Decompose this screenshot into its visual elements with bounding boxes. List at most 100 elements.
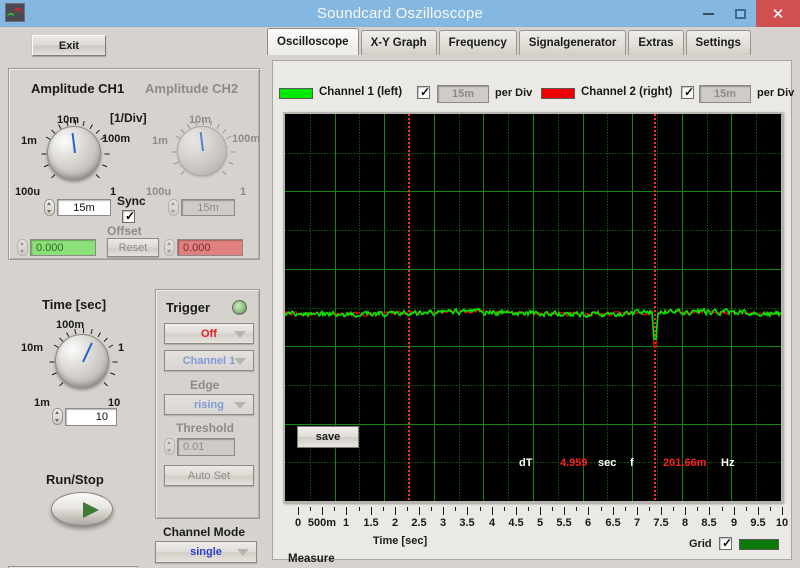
ch2-offset-spinner[interactable] — [164, 239, 175, 256]
threshold-spinner[interactable] — [164, 438, 175, 455]
tab-oscilloscope[interactable]: Oscilloscope — [267, 28, 359, 55]
trigger-edge-combo[interactable]: rising — [164, 394, 254, 415]
run-stop-button[interactable] — [51, 492, 113, 526]
minimize-icon — [702, 12, 714, 15]
axis-tick-minor — [673, 507, 674, 511]
measure-bar: Measure cursors ✓ Voltage ✓ Time ✓ Zoom — [272, 553, 792, 568]
save-button[interactable]: save — [297, 426, 359, 448]
knob-tick — [109, 372, 115, 376]
time-value-input[interactable]: 10 — [65, 408, 117, 426]
exit-button[interactable]: Exit — [32, 35, 106, 56]
per-div-title: [1/Div] — [110, 111, 147, 125]
time-axis-labels: 0 500m 1 1.5 2 2.5 3 3.5 4 4.5 5 5.5 6 6.5 7 7.5 8 8.5 9 9.… — [292, 517, 788, 533]
knob-tick — [95, 174, 100, 179]
axis-tick-minor — [504, 507, 505, 511]
amplitude-ch2-knob-needle — [199, 132, 204, 152]
channel1-enable-checkbox[interactable]: ✓ — [417, 86, 430, 99]
tab-signalgenerator[interactable]: Signalgenerator — [518, 30, 627, 55]
time-scale-label-1: 1 — [118, 342, 125, 354]
sync-label: Sync — [117, 194, 146, 208]
auto-set-button[interactable]: Auto Set — [164, 465, 254, 486]
axis-tick-major — [637, 507, 638, 515]
ch1-offset-spinner[interactable] — [17, 239, 28, 256]
knob-tick — [49, 361, 54, 363]
axis-tick-label: 8 — [681, 517, 689, 529]
scope-plot-frame[interactable]: dT 4.959 sec f 201.66m Hz save — [283, 112, 783, 503]
ch2-value-spinner[interactable] — [168, 199, 179, 216]
offset-reset-button[interactable]: Reset — [107, 238, 159, 257]
time-axis-title: Time [sec] — [372, 535, 428, 547]
close-icon: ✕ — [771, 5, 785, 23]
ch1-amplitude-input[interactable]: 15m — [57, 199, 111, 216]
tab-label: Signalgenerator — [528, 37, 617, 49]
time-knob[interactable] — [49, 328, 117, 388]
axis-tick-label: 0 — [294, 517, 302, 529]
channel2-color-swatch — [541, 88, 575, 99]
tab-settings[interactable]: Settings — [685, 30, 751, 55]
tab-extras[interactable]: Extras — [628, 30, 684, 55]
dt-unit: sec — [598, 457, 617, 469]
amplitude-ch2-knob[interactable] — [171, 120, 235, 176]
axis-tick-minor — [431, 507, 432, 511]
trigger-mode-combo[interactable]: Off — [164, 323, 254, 344]
time-scale-label-100m: 100m — [56, 319, 85, 331]
axis-tick-minor — [746, 507, 747, 511]
ch1-value-spinner[interactable] — [44, 199, 55, 216]
axis-tick-major — [395, 507, 396, 515]
scope-plot-area[interactable] — [285, 114, 781, 501]
play-icon — [83, 502, 99, 518]
maximize-button[interactable] — [724, 0, 756, 27]
axis-tick-minor — [649, 507, 650, 511]
knob-tick — [221, 129, 226, 134]
trigger-channel-value: Channel 1 — [182, 354, 236, 367]
ch2-scale-label-100m: 100m — [232, 133, 261, 145]
ch2-offset-value[interactable]: 0.000 — [177, 239, 243, 256]
trigger-edge-label: Edge — [190, 378, 220, 392]
trigger-mode-value: Off — [201, 327, 217, 340]
trigger-channel-combo[interactable]: Channel 1 — [164, 350, 254, 371]
axis-tick-label: 2 — [391, 517, 399, 529]
axis-tick-minor — [528, 507, 529, 511]
time-axis-ticks — [298, 507, 783, 517]
knob-tick — [101, 164, 107, 168]
frequency-value: 201.66m — [663, 457, 707, 469]
axis-tick-minor — [625, 507, 626, 511]
axis-tick-label: 2.5 — [411, 517, 427, 529]
axis-tick-major — [709, 507, 710, 515]
trigger-title: Trigger — [166, 300, 211, 315]
minimize-button[interactable] — [692, 0, 724, 27]
channel2-per-div-label: per Div — [757, 87, 795, 99]
axis-tick-label: 7.5 — [653, 517, 669, 529]
time-scale-label-10m: 10m — [21, 342, 44, 354]
ch2-amplitude-input[interactable]: 15m — [181, 199, 235, 216]
axis-tick-label: 5 — [536, 517, 544, 529]
trigger-threshold-label: Threshold — [176, 421, 235, 435]
offset-label: Offset — [107, 224, 142, 238]
time-scale-label-1m: 1m — [34, 397, 50, 409]
knob-tick — [230, 151, 235, 153]
trigger-threshold-input[interactable]: 0.01 — [177, 438, 235, 456]
knob-tick — [89, 124, 93, 130]
ch1-offset-value[interactable]: 0.000 — [30, 239, 96, 256]
window-body: Exit Oscilloscope X-Y Graph Frequency Signa… — [0, 27, 800, 568]
close-button[interactable]: ✕ — [756, 0, 800, 27]
frequency-unit: Hz — [721, 457, 735, 469]
tab-label: Settings — [695, 37, 741, 49]
axis-tick-major — [734, 507, 735, 515]
axis-tick-label: 5.5 — [556, 517, 572, 529]
sync-checkbox[interactable]: ✓ — [122, 210, 135, 223]
ch2-scale-label-1: 1 — [240, 186, 247, 198]
channel2-enable-checkbox[interactable]: ✓ — [681, 86, 694, 99]
amplitude-ch1-knob[interactable] — [41, 120, 109, 180]
tab-frequency[interactable]: Frequency — [438, 30, 517, 55]
knob-tick — [82, 121, 85, 127]
axis-tick-label: 6 — [584, 517, 592, 529]
chevron-down-icon — [234, 330, 246, 338]
channel2-per-div-input[interactable]: 15m — [699, 85, 751, 103]
chevron-down-icon — [234, 357, 246, 365]
run-stop-label: Run/Stop — [46, 472, 104, 487]
axis-tick-label: 6.5 — [605, 517, 621, 529]
time-value-spinner[interactable] — [52, 408, 63, 425]
tab-x-y-graph[interactable]: X-Y Graph — [360, 30, 437, 55]
channel1-per-div-input[interactable]: 15m — [437, 85, 489, 103]
